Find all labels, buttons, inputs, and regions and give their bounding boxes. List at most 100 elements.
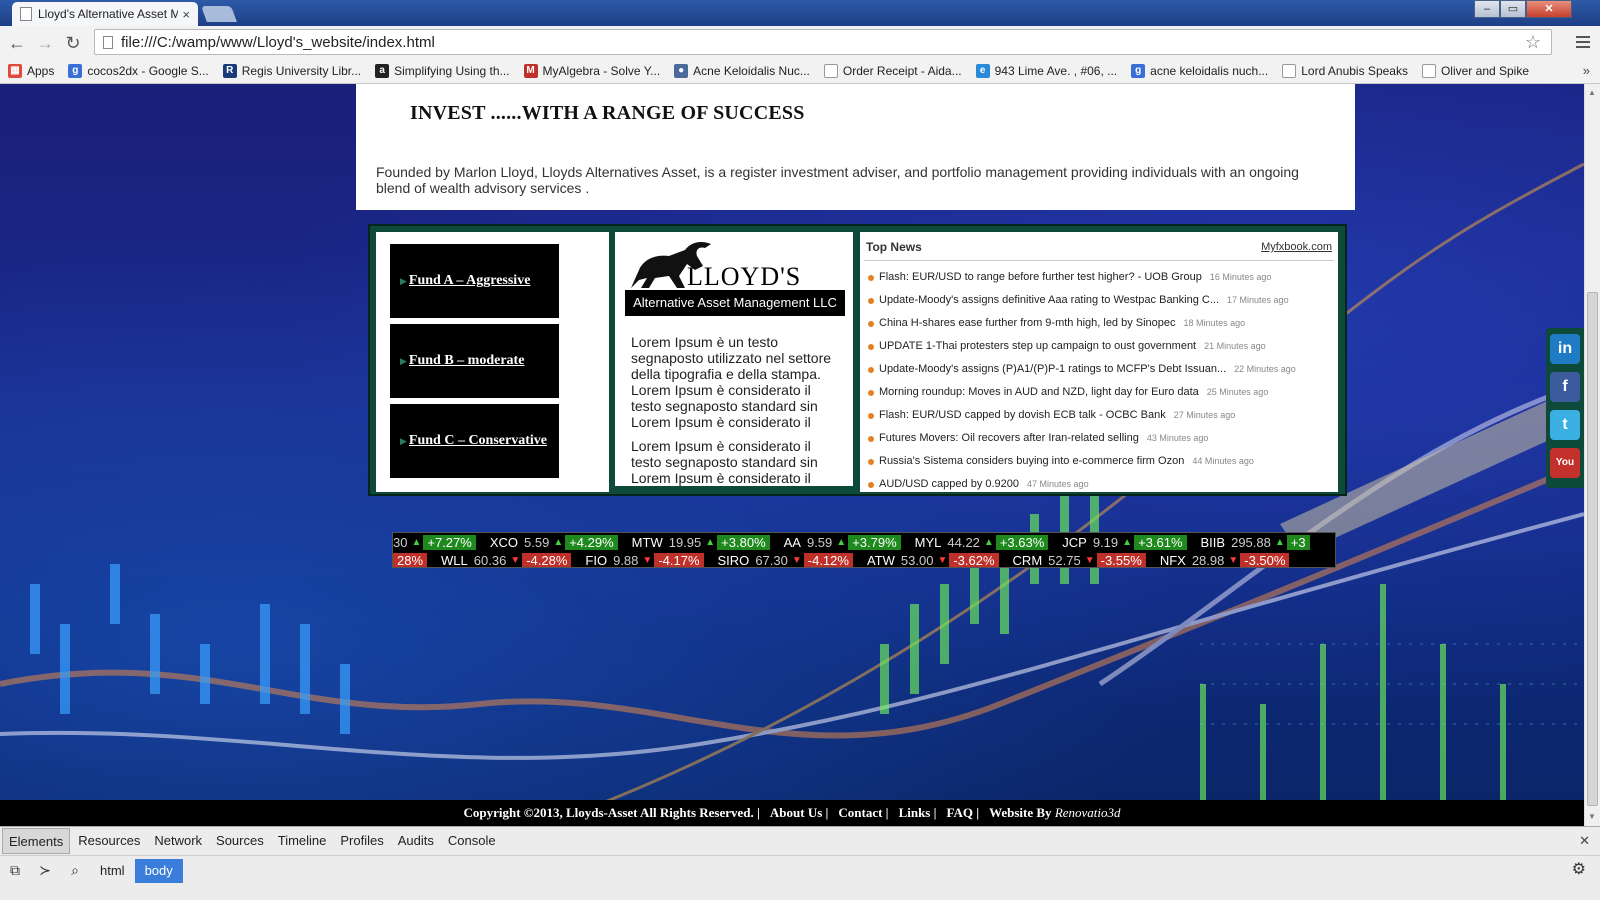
youtube-icon[interactable]: You [1550,448,1580,478]
devtools-tab-sources[interactable]: Sources [210,828,270,854]
dock-icon[interactable]: ⧉ [0,862,30,879]
devtools-tab-network[interactable]: Network [148,828,208,854]
devtools-tab-elements[interactable]: Elements [2,828,71,854]
news-item[interactable]: Flash: EUR/USD to range before further t… [868,266,1296,289]
bookmark-item[interactable]: Order Receipt - Aida... [823,63,962,78]
linkedin-icon[interactable]: in [1550,334,1580,364]
fund-b-link[interactable]: ▶ Fund B – moderate [390,324,559,398]
facebook-icon[interactable]: f [1550,372,1580,402]
bookmarks-overflow-icon[interactable]: » [1583,63,1590,78]
maximize-icon[interactable]: ▭ [1500,0,1526,18]
scroll-thumb[interactable] [1587,292,1598,806]
news-headline[interactable]: Russia's Sistema considers buying into e… [879,450,1184,473]
news-item[interactable]: UPDATE 1-Thai protesters step up campaig… [868,335,1296,358]
news-headline[interactable]: Flash: EUR/USD to range before further t… [879,266,1202,289]
news-headline[interactable]: AUD/USD capped by 0.9200 [879,473,1019,496]
fund-c-link[interactable]: ▶ Fund C – Conservative [390,404,559,478]
news-item[interactable]: Update-Moody's assigns definitive Aaa ra… [868,289,1296,312]
news-headline[interactable]: Morning roundup: Moves in AUD and NZD, l… [879,381,1199,404]
bookmark-icon [823,63,838,78]
news-item[interactable]: Morning roundup: Moves in AUD and NZD, l… [868,381,1296,404]
bookmark-item[interactable]: e 943 Lime Ave. , #06, ... [975,63,1117,78]
breadcrumb-body[interactable]: body [134,858,183,883]
news-headline[interactable]: China H-shares ease further from 9-mth h… [879,312,1176,335]
news-item[interactable]: Update-Moody's assigns (P)A1/(P)P-1 rati… [868,358,1296,381]
new-tab-button[interactable] [201,6,237,22]
page-scrollbar[interactable]: ▲ ▼ [1584,84,1600,826]
bookmark-item[interactable]: R Regis University Libr... [222,63,361,78]
copyright-text: Copyright ©2013, Lloyds-Asset All Rights… [463,805,760,820]
devtools-close-icon[interactable]: ✕ [1579,833,1590,849]
bookmark-item[interactable]: g cocos2dx - Google S... [68,63,209,78]
ticker-price: 9.88 [613,553,639,568]
bookmark-label: Oliver and Spike [1440,63,1530,78]
back-icon[interactable]: ← [6,32,28,54]
bookmark-item[interactable]: g acne keloidalis nuch... [1131,63,1268,78]
news-item[interactable]: Russia's Sistema considers buying into e… [868,450,1296,473]
ticker-change: +3.63% [995,535,1049,550]
about-us-link[interactable]: About Us | [770,805,829,821]
console-drawer-icon[interactable]: ≻ [30,862,60,879]
ticker-change: -4.12% [803,553,853,567]
reload-icon[interactable]: ↻ [62,32,84,54]
address-bar[interactable]: file:///C:/wamp/www/Lloyd's_website/inde… [94,29,1552,55]
news-headline[interactable]: Update-Moody's assigns definitive Aaa ra… [879,289,1219,312]
settings-gear-icon[interactable]: ⚙ [1572,859,1586,879]
bookmark-icon: g [1131,63,1146,78]
page-footer: Copyright ©2013, Lloyds-Asset All Rights… [0,800,1584,826]
devtools-tab-audits[interactable]: Audits [392,828,440,854]
news-headline[interactable]: Flash: EUR/USD capped by dovish ECB talk… [879,404,1166,427]
down-arrow-icon: ▼ [1228,555,1239,566]
bookmark-item[interactable]: ▦ Apps [8,63,54,78]
bookmark-star-icon[interactable]: ☆ [1525,32,1541,53]
forward-icon[interactable]: → [34,32,56,54]
ticker-change: -4.28% [522,553,572,567]
bookmark-icon: M [523,63,538,78]
bullet-icon [868,343,874,350]
devtools-tab-resources[interactable]: Resources [72,828,146,854]
bookmark-item[interactable]: a Simplifying Using th... [375,63,510,78]
twitter-icon[interactable]: t [1550,410,1580,440]
minimize-icon[interactable]: – [1474,0,1500,18]
bookmark-item[interactable]: Oliver and Spike [1421,63,1530,78]
close-window-icon[interactable]: ✕ [1526,0,1572,18]
credit-text: Website By Renovatio3d [989,805,1120,821]
bookmark-item[interactable]: M MyAlgebra - Solve Y... [523,63,660,78]
bookmark-item[interactable]: ● Acne Keloidalis Nuc... [674,63,810,78]
breadcrumb-html[interactable]: html [90,859,135,883]
bullet-icon [868,458,874,465]
page-headline: INVEST ......WITH A RANGE OF SUCCESS [410,102,805,124]
up-arrow-icon: ▲ [411,537,422,548]
news-source-link[interactable]: Myfxbook.com [1261,241,1332,253]
devtools-tab-console[interactable]: Console [442,828,502,854]
browser-menu-icon[interactable] [1576,36,1590,51]
bookmark-icon: R [222,63,237,78]
news-item[interactable]: Flash: EUR/USD capped by dovish ECB talk… [868,404,1296,427]
fund-label: Fund C – Conservative [408,433,547,448]
faq-link[interactable]: FAQ | [946,805,979,821]
bullet-icon [868,297,874,304]
news-headline[interactable]: UPDATE 1-Thai protesters step up campaig… [879,335,1196,358]
fund-a-link[interactable]: ▶ Fund A – Aggressive [390,244,559,318]
search-icon[interactable]: ⌕ [60,862,90,879]
news-item[interactable]: China H-shares ease further from 9-mth h… [868,312,1296,335]
devtools-tab-profiles[interactable]: Profiles [334,828,389,854]
credit-name[interactable]: Renovatio3d [1055,805,1121,820]
news-time: 18 Minutes ago [1183,318,1246,328]
contact-link[interactable]: Contact | [838,805,888,821]
news-time: 25 Minutes ago [1206,387,1269,397]
scroll-down-icon[interactable]: ▼ [1588,812,1596,821]
news-item[interactable]: AUD/USD capped by 0.9200 47 Minutes ago [868,473,1296,496]
social-bar: in f t You [1546,328,1584,488]
links-link[interactable]: Links | [899,805,937,821]
news-headline[interactable]: Futures Movers: Oil recovers after Iran-… [879,427,1139,450]
close-tab-icon[interactable]: × [182,7,190,22]
devtools-tab-timeline[interactable]: Timeline [272,828,333,854]
browser-tab[interactable]: Lloyd's Alternative Asset M × [12,2,198,26]
scroll-up-icon[interactable]: ▲ [1588,88,1596,97]
up-arrow-icon: ▲ [553,537,564,548]
news-time: 47 Minutes ago [1027,479,1089,489]
news-item[interactable]: Futures Movers: Oil recovers after Iran-… [868,427,1296,450]
news-headline[interactable]: Update-Moody's assigns (P)A1/(P)P-1 rati… [879,358,1226,381]
bookmark-item[interactable]: Lord Anubis Speaks [1282,63,1408,78]
